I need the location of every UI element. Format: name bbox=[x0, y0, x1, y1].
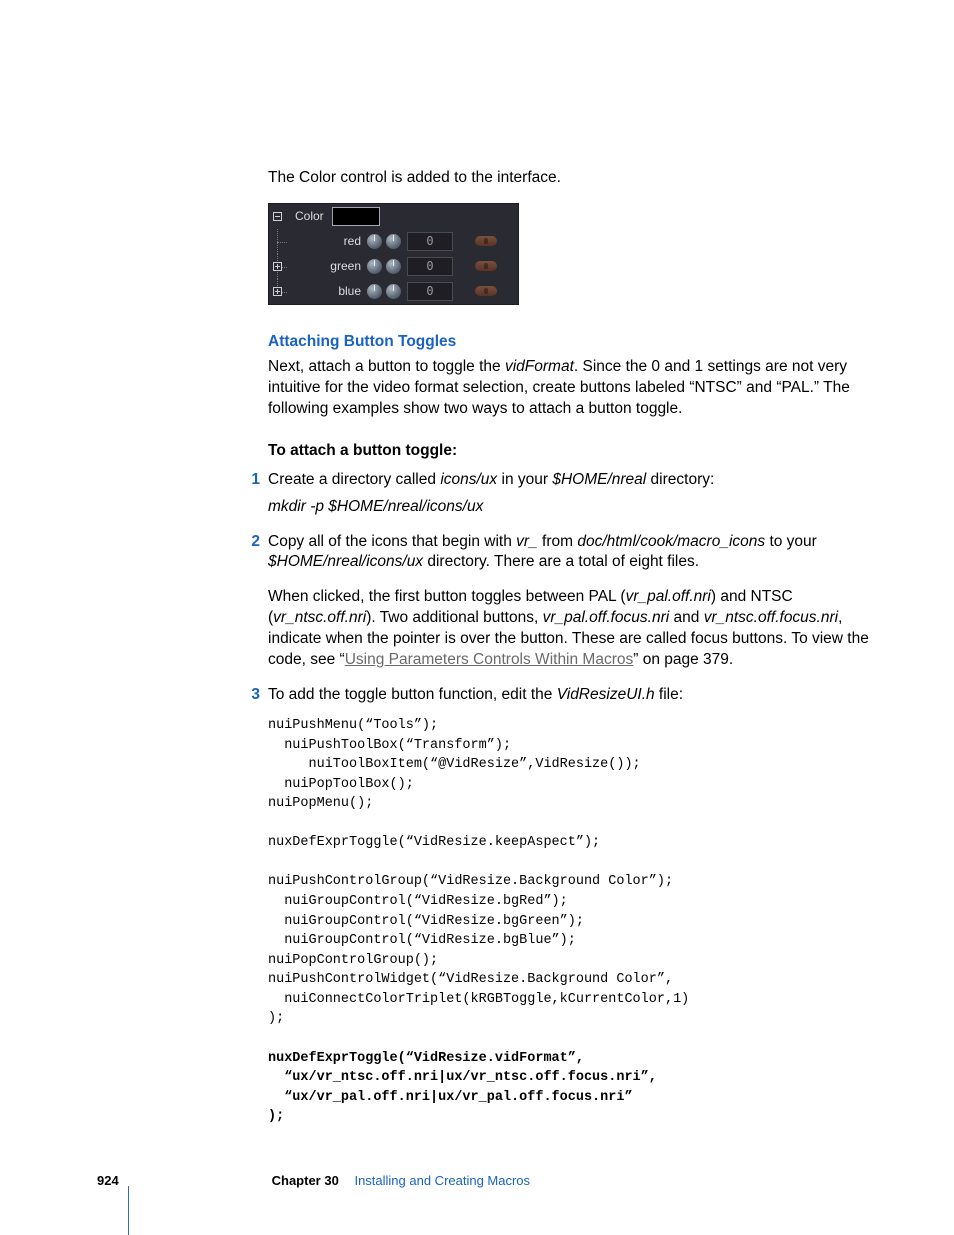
margin-rule bbox=[128, 1186, 129, 1235]
page-footer: 924 Chapter 30 Installing and Creating M… bbox=[97, 1173, 894, 1188]
channel-label-red: red bbox=[289, 234, 365, 248]
sub-heading: To attach a button toggle: bbox=[268, 442, 894, 460]
intro-paragraph: The Color control is added to the interf… bbox=[268, 168, 894, 189]
command-text: mkdir -p $HOME/nreal/icons/ux bbox=[268, 498, 483, 515]
knob-icon bbox=[367, 259, 382, 274]
chapter-title: Installing and Creating Macros bbox=[354, 1173, 530, 1188]
slider-thumb bbox=[475, 236, 497, 246]
knob-icon bbox=[367, 284, 382, 299]
value-box-blue: 0 bbox=[407, 282, 453, 301]
chapter-number: Chapter 30 bbox=[272, 1173, 339, 1188]
knob-icon bbox=[367, 234, 382, 249]
slider-thumb bbox=[475, 261, 497, 271]
expand-icon bbox=[273, 287, 282, 296]
slider-thumb bbox=[475, 286, 497, 296]
step-3: To add the toggle button function, edit … bbox=[268, 685, 894, 1127]
channel-label-green: green bbox=[289, 259, 365, 273]
collapse-icon bbox=[273, 212, 282, 221]
step-2: Copy all of the icons that begin with vr… bbox=[268, 532, 894, 672]
knob-icon bbox=[386, 259, 401, 274]
color-swatch bbox=[332, 207, 380, 226]
value-box-green: 0 bbox=[407, 257, 453, 276]
section-paragraph: Next, attach a button to toggle the vidF… bbox=[268, 357, 894, 420]
value-box-red: 0 bbox=[407, 232, 453, 251]
step-1: Create a directory called icons/ux in yo… bbox=[268, 470, 894, 518]
cross-reference-link[interactable]: Using Parameters Controls Within Macros bbox=[345, 651, 634, 668]
code-block: nuiPushMenu(“Tools”); nuiPushToolBox(“Tr… bbox=[268, 716, 894, 1127]
section-heading: Attaching Button Toggles bbox=[268, 333, 894, 351]
channel-label-blue: blue bbox=[289, 284, 365, 298]
expand-icon bbox=[273, 262, 282, 271]
knob-icon bbox=[386, 284, 401, 299]
color-control-figure: Color red 0 green 0 blue 0 bbox=[268, 203, 519, 305]
page-number: 924 bbox=[97, 1173, 123, 1188]
knob-icon bbox=[386, 234, 401, 249]
color-group-label: Color bbox=[289, 209, 324, 223]
